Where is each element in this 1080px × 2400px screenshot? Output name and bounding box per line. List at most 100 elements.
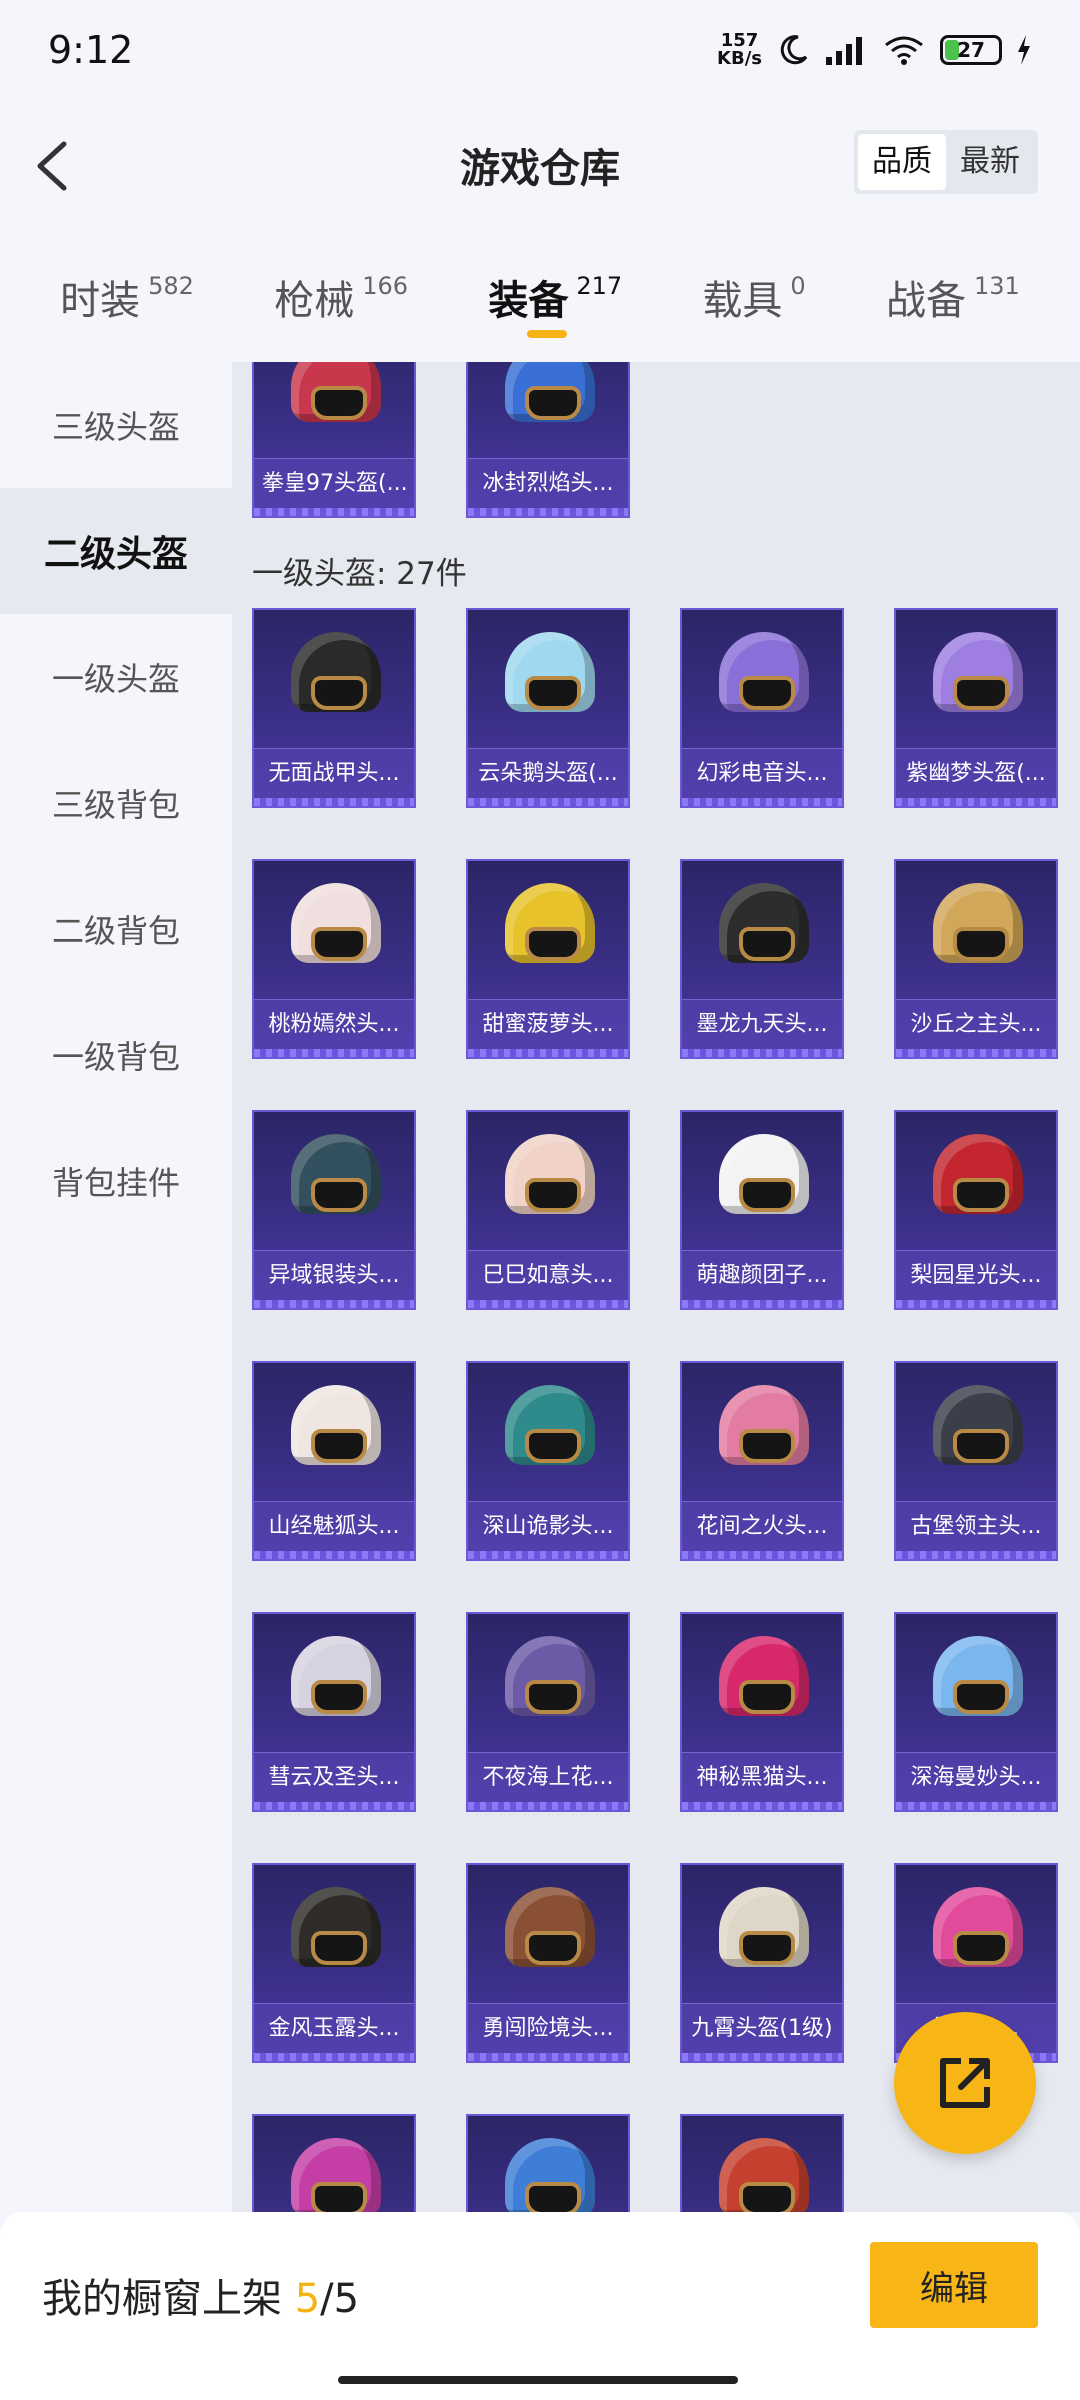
helmet-item-name: 巳巳如意头... [468,1250,628,1300]
helmet-visor [311,2182,367,2212]
status-bar: 9:12 157 KB/s 27 [0,0,1080,100]
helmet-icon [933,883,1023,973]
side-item-level1-helmet[interactable]: 一级头盔 [0,614,232,740]
edit-button[interactable]: 编辑 [870,2242,1038,2328]
share-icon [940,2058,990,2108]
shelf-current-count: 5 [294,2276,321,2322]
helmet-item-card[interactable] [252,2114,416,2212]
status-icons: 157 KB/s 27 [717,32,1032,68]
helmet-item-card[interactable]: 勇闯险境头... [466,1863,630,2063]
helmet-visor [525,1680,581,1714]
helmet-item-name: 深海曼妙头... [896,1752,1056,1802]
helmet-icon [505,1887,595,1977]
helmet-item-card[interactable]: 九霄头盔(1级) [680,1863,844,2063]
helmet-item-card[interactable]: 甜蜜菠萝头... [466,859,630,1059]
tab-equipment[interactable]: 装备 217 [488,230,623,338]
helmet-visor [311,1178,367,1212]
side-item-level3-helmet[interactable]: 三级头盔 [0,362,232,488]
tab-count: 582 [148,272,194,300]
helmet-item-name: 金风玉露头... [254,2003,414,2053]
side-item-backpack-charm[interactable]: 背包挂件 [0,1118,232,1244]
helmet-item-card[interactable]: 梨园星光头... [894,1110,1058,1310]
helmet-item-name: 甜蜜菠萝头... [468,999,628,1049]
helmet-visor [953,1429,1009,1463]
side-item-level1-backpack[interactable]: 一级背包 [0,992,232,1118]
side-item-level2-backpack[interactable]: 二级背包 [0,866,232,992]
helmet-item-name: 桃粉嫣然头... [254,999,414,1049]
helmet-visor [739,676,795,710]
tab-count: 217 [576,272,623,300]
net-speed: 157 KB/s [717,32,762,68]
helmet-item-card[interactable]: 不夜海上花... [466,1612,630,1812]
tab-label: 装备 [488,278,569,324]
helmet-item-card[interactable]: 云朵鹅头盔(... [466,608,630,808]
side-item-level2-helmet[interactable]: 二级头盔 [0,488,232,614]
helmet-item-card[interactable]: 古堡领主头... [894,1361,1058,1561]
signal-icon [824,33,868,67]
helmet-item-card[interactable]: 神秘黑猫头... [680,1612,844,1812]
helmet-visor [525,2182,581,2212]
helmet-icon [719,632,809,722]
helmet-item-card[interactable]: 彗云及圣头... [252,1612,416,1812]
helmet-item-card[interactable]: 墨龙九天头... [680,859,844,1059]
helmet-item-name: 神秘黑猫头... [682,1752,842,1802]
helmet-item-card[interactable]: 深山诡影头... [466,1361,630,1561]
helmet-item-card[interactable]: 巳巳如意头... [466,1110,630,1310]
tab-gear[interactable]: 战备 131 [886,230,1020,326]
sort-option-quality[interactable]: 品质 [858,134,946,190]
helmet-visor [525,386,581,420]
helmet-icon [933,1887,1023,1977]
helmet-item-name: 萌趣颜团子... [682,1250,842,1300]
helmet-item-card[interactable]: 幻彩电音头... [680,608,844,808]
helmet-item-card[interactable]: 紫幽梦头盔(... [894,608,1058,808]
helmet-item-name: 深山诡影头... [468,1501,628,1551]
tab-label: 载具 [702,278,783,324]
share-button[interactable] [894,2012,1036,2154]
helmet-item-card[interactable]: 冰封烈焰头... [466,362,630,518]
helmet-visor [739,1429,795,1463]
helmet-item-card[interactable]: 沙丘之主头... [894,859,1058,1059]
helmet-icon [933,1636,1023,1726]
helmet-item-name: 古堡领主头... [896,1501,1056,1551]
helmet-item-card[interactable]: 桃粉嫣然头... [252,859,416,1059]
helmet-item-card[interactable]: 金风玉露头... [252,1863,416,2063]
helmet-item-name: 幻彩电音头... [682,748,842,798]
helmet-icon [291,883,381,973]
helmet-icon [719,1385,809,1475]
helmet-item-card[interactable]: 拳皇97头盔(... [252,362,416,518]
sort-toggle: 品质 最新 [854,130,1038,194]
helmet-item-card[interactable] [466,2114,630,2212]
helmet-icon [719,883,809,973]
helmet-item-card[interactable]: 花间之火头... [680,1361,844,1561]
side-item-level3-backpack[interactable]: 三级背包 [0,740,232,866]
helmet-item-card[interactable]: 无面战甲头... [252,608,416,808]
helmet-icon [505,362,595,432]
back-button[interactable] [28,136,84,196]
helmet-visor [525,1429,581,1463]
tab-fashion[interactable]: 时装 582 [60,230,194,326]
helmet-item-card[interactable]: 异域银装头... [252,1110,416,1310]
tab-firearms[interactable]: 枪械 166 [274,230,408,326]
tab-vehicles[interactable]: 载具 0 [702,230,805,326]
helmet-icon [291,362,381,432]
helmet-visor [739,927,795,961]
helmet-visor [953,676,1009,710]
helmet-icon [505,1134,595,1224]
helmet-visor [525,1178,581,1212]
home-indicator[interactable] [338,2376,738,2384]
item-grid-panel: 一级头盔: 27件 拳皇97头盔(... 冰封烈焰头... 无面战甲头... 云朵鹅头… [232,362,1080,2212]
active-tab-indicator [527,330,568,338]
helmet-icon [505,1636,595,1726]
helmet-item-name: 无面战甲头... [254,748,414,798]
sort-option-newest[interactable]: 最新 [946,134,1034,190]
helmet-icon [505,1385,595,1475]
helmet-item-card[interactable] [680,2114,844,2212]
wifi-icon [882,33,926,67]
helmet-item-card[interactable]: 深海曼妙头... [894,1612,1058,1812]
helmet-item-name: 冰封烈焰头... [468,458,628,508]
helmet-item-card[interactable]: 山经魅狐头... [252,1361,416,1561]
helmet-icon [291,1134,381,1224]
tab-count: 131 [973,272,1020,300]
helmet-item-card[interactable]: 萌趣颜团子... [680,1110,844,1310]
helmet-visor [311,1429,367,1463]
